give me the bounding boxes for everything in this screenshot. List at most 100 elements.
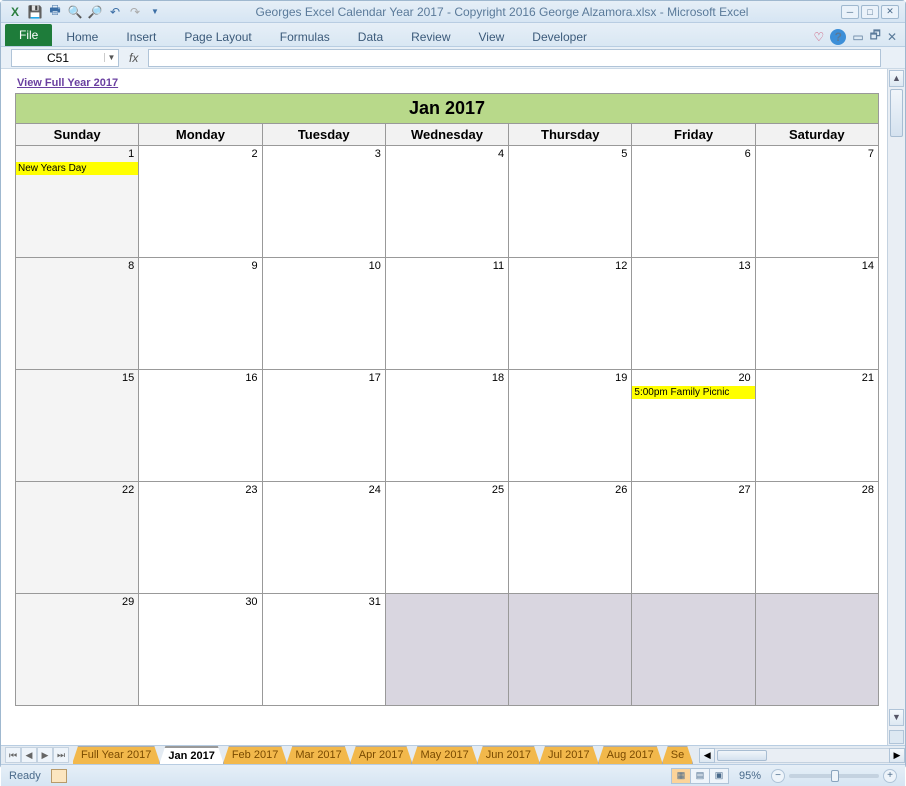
- name-box-value[interactable]: C51: [12, 51, 104, 65]
- tab-last-icon[interactable]: ⏭: [53, 747, 69, 763]
- sheet-tab[interactable]: May 2017: [411, 746, 477, 764]
- calendar-cell[interactable]: 21: [756, 370, 879, 482]
- zoom-level[interactable]: 95%: [739, 770, 761, 782]
- calendar-cell[interactable]: 9: [139, 258, 262, 370]
- sheet-tab[interactable]: Jun 2017: [477, 746, 540, 764]
- sheet-tab[interactable]: Aug 2017: [598, 746, 663, 764]
- sheet-tab[interactable]: Apr 2017: [350, 746, 413, 764]
- save-icon[interactable]: 💾: [27, 4, 43, 20]
- calendar-cell[interactable]: 23: [139, 482, 262, 594]
- calendar-event[interactable]: New Years Day: [16, 162, 138, 175]
- sheet-tab[interactable]: Jul 2017: [539, 746, 599, 764]
- maximize-button[interactable]: □: [861, 5, 879, 19]
- calendar-cell[interactable]: 4: [386, 146, 509, 258]
- ribbon-tab-view[interactable]: View: [465, 26, 519, 48]
- calendar-cell[interactable]: 30: [139, 594, 262, 706]
- calendar-cell[interactable]: [386, 594, 509, 706]
- page-layout-view-button[interactable]: ▤: [690, 768, 710, 784]
- sheet-tab[interactable]: Full Year 2017: [73, 746, 160, 764]
- calendar-cell[interactable]: [509, 594, 632, 706]
- calendar-cell[interactable]: 29: [15, 594, 139, 706]
- calendar-cell[interactable]: 15: [15, 370, 139, 482]
- normal-view-button[interactable]: ▦: [671, 768, 691, 784]
- name-box[interactable]: C51 ▼: [11, 49, 119, 67]
- name-box-dropdown-icon[interactable]: ▼: [104, 53, 118, 62]
- ribbon-tab-page-layout[interactable]: Page Layout: [170, 26, 265, 48]
- file-tab[interactable]: File: [5, 24, 52, 46]
- split-handle[interactable]: [889, 730, 904, 744]
- hscroll-left-icon[interactable]: ◀: [699, 748, 715, 763]
- scroll-thumb[interactable]: [890, 89, 903, 137]
- hscroll-track[interactable]: [715, 748, 889, 763]
- ribbon-tab-data[interactable]: Data: [344, 26, 397, 48]
- calendar-cell[interactable]: [756, 594, 879, 706]
- calendar-cell[interactable]: 1New Years Day: [15, 146, 139, 258]
- tab-next-icon[interactable]: ▶: [37, 747, 53, 763]
- close-button[interactable]: ✕: [881, 5, 899, 19]
- tab-first-icon[interactable]: ⏮: [5, 747, 21, 763]
- ribbon-minimize-icon[interactable]: ▭: [852, 30, 863, 44]
- sheet-tab[interactable]: Se: [662, 746, 693, 764]
- sheet-tab[interactable]: Jan 2017: [159, 746, 223, 764]
- ribbon-tab-insert[interactable]: Insert: [112, 26, 170, 48]
- macro-record-icon[interactable]: [51, 769, 67, 783]
- calendar-cell[interactable]: 12: [509, 258, 632, 370]
- undo-icon[interactable]: ↶: [107, 4, 123, 20]
- zoom-in-button[interactable]: +: [883, 769, 897, 783]
- calendar-cell[interactable]: 19: [509, 370, 632, 482]
- calendar-cell[interactable]: 17: [263, 370, 386, 482]
- calendar-cell[interactable]: 22: [15, 482, 139, 594]
- vertical-scrollbar[interactable]: ▲ ▼: [887, 69, 905, 745]
- tab-prev-icon[interactable]: ◀: [21, 747, 37, 763]
- calendar-cell[interactable]: 5: [509, 146, 632, 258]
- zoom-out-button[interactable]: −: [771, 769, 785, 783]
- calendar-cell[interactable]: 6: [632, 146, 755, 258]
- page-break-view-button[interactable]: ▣: [709, 768, 729, 784]
- minimize-button[interactable]: ─: [841, 5, 859, 19]
- calendar-cell[interactable]: 11: [386, 258, 509, 370]
- calendar-cell[interactable]: 25: [386, 482, 509, 594]
- qat-dropdown-icon[interactable]: ▼: [147, 4, 163, 20]
- scroll-up-icon[interactable]: ▲: [889, 70, 904, 87]
- ribbon-tab-home[interactable]: Home: [52, 26, 112, 48]
- zoom-thumb[interactable]: [831, 770, 839, 782]
- calendar-cell[interactable]: 18: [386, 370, 509, 482]
- zoom-track[interactable]: [789, 774, 879, 778]
- calendar-cell[interactable]: 14: [756, 258, 879, 370]
- find-icon[interactable]: 🔎: [87, 4, 103, 20]
- ribbon-tab-formulas[interactable]: Formulas: [266, 26, 344, 48]
- formula-input[interactable]: [148, 49, 881, 67]
- help-icon[interactable]: ?: [830, 29, 846, 45]
- calendar-cell[interactable]: 28: [756, 482, 879, 594]
- calendar-cell[interactable]: 27: [632, 482, 755, 594]
- sheet-tab[interactable]: Feb 2017: [223, 746, 287, 764]
- view-full-year-link[interactable]: View Full Year 2017: [15, 75, 118, 93]
- calendar-cell[interactable]: 3: [263, 146, 386, 258]
- calendar-cell[interactable]: 13: [632, 258, 755, 370]
- scroll-down-icon[interactable]: ▼: [889, 709, 904, 726]
- redo-icon[interactable]: ↷: [127, 4, 143, 20]
- calendar-cell[interactable]: 2: [139, 146, 262, 258]
- calendar-cell[interactable]: 26: [509, 482, 632, 594]
- ribbon-heart-icon[interactable]: ♡: [814, 30, 825, 44]
- calendar-cell[interactable]: 205:00pm Family Picnic: [632, 370, 755, 482]
- calendar-cell[interactable]: 7: [756, 146, 879, 258]
- ribbon-tab-review[interactable]: Review: [397, 26, 464, 48]
- hscroll-thumb[interactable]: [717, 750, 767, 761]
- horizontal-scrollbar[interactable]: ◀ ▶: [699, 748, 905, 763]
- ribbon-restore-icon[interactable]: 🗗: [870, 26, 881, 47]
- ribbon-tab-developer[interactable]: Developer: [518, 26, 601, 48]
- hscroll-right-icon[interactable]: ▶: [889, 748, 905, 763]
- calendar-cell[interactable]: [632, 594, 755, 706]
- preview-icon[interactable]: 🔍: [67, 4, 83, 20]
- calendar-cell[interactable]: 16: [139, 370, 262, 482]
- ribbon-close-icon[interactable]: ✕: [887, 30, 897, 44]
- calendar-event[interactable]: 5:00pm Family Picnic: [632, 386, 754, 399]
- calendar-cell[interactable]: 31: [263, 594, 386, 706]
- fx-label[interactable]: fx: [125, 51, 142, 65]
- calendar-cell[interactable]: 8: [15, 258, 139, 370]
- sheet-tab[interactable]: Mar 2017: [286, 746, 350, 764]
- print-icon[interactable]: 🖶: [47, 4, 63, 20]
- calendar-cell[interactable]: 24: [263, 482, 386, 594]
- calendar-cell[interactable]: 10: [263, 258, 386, 370]
